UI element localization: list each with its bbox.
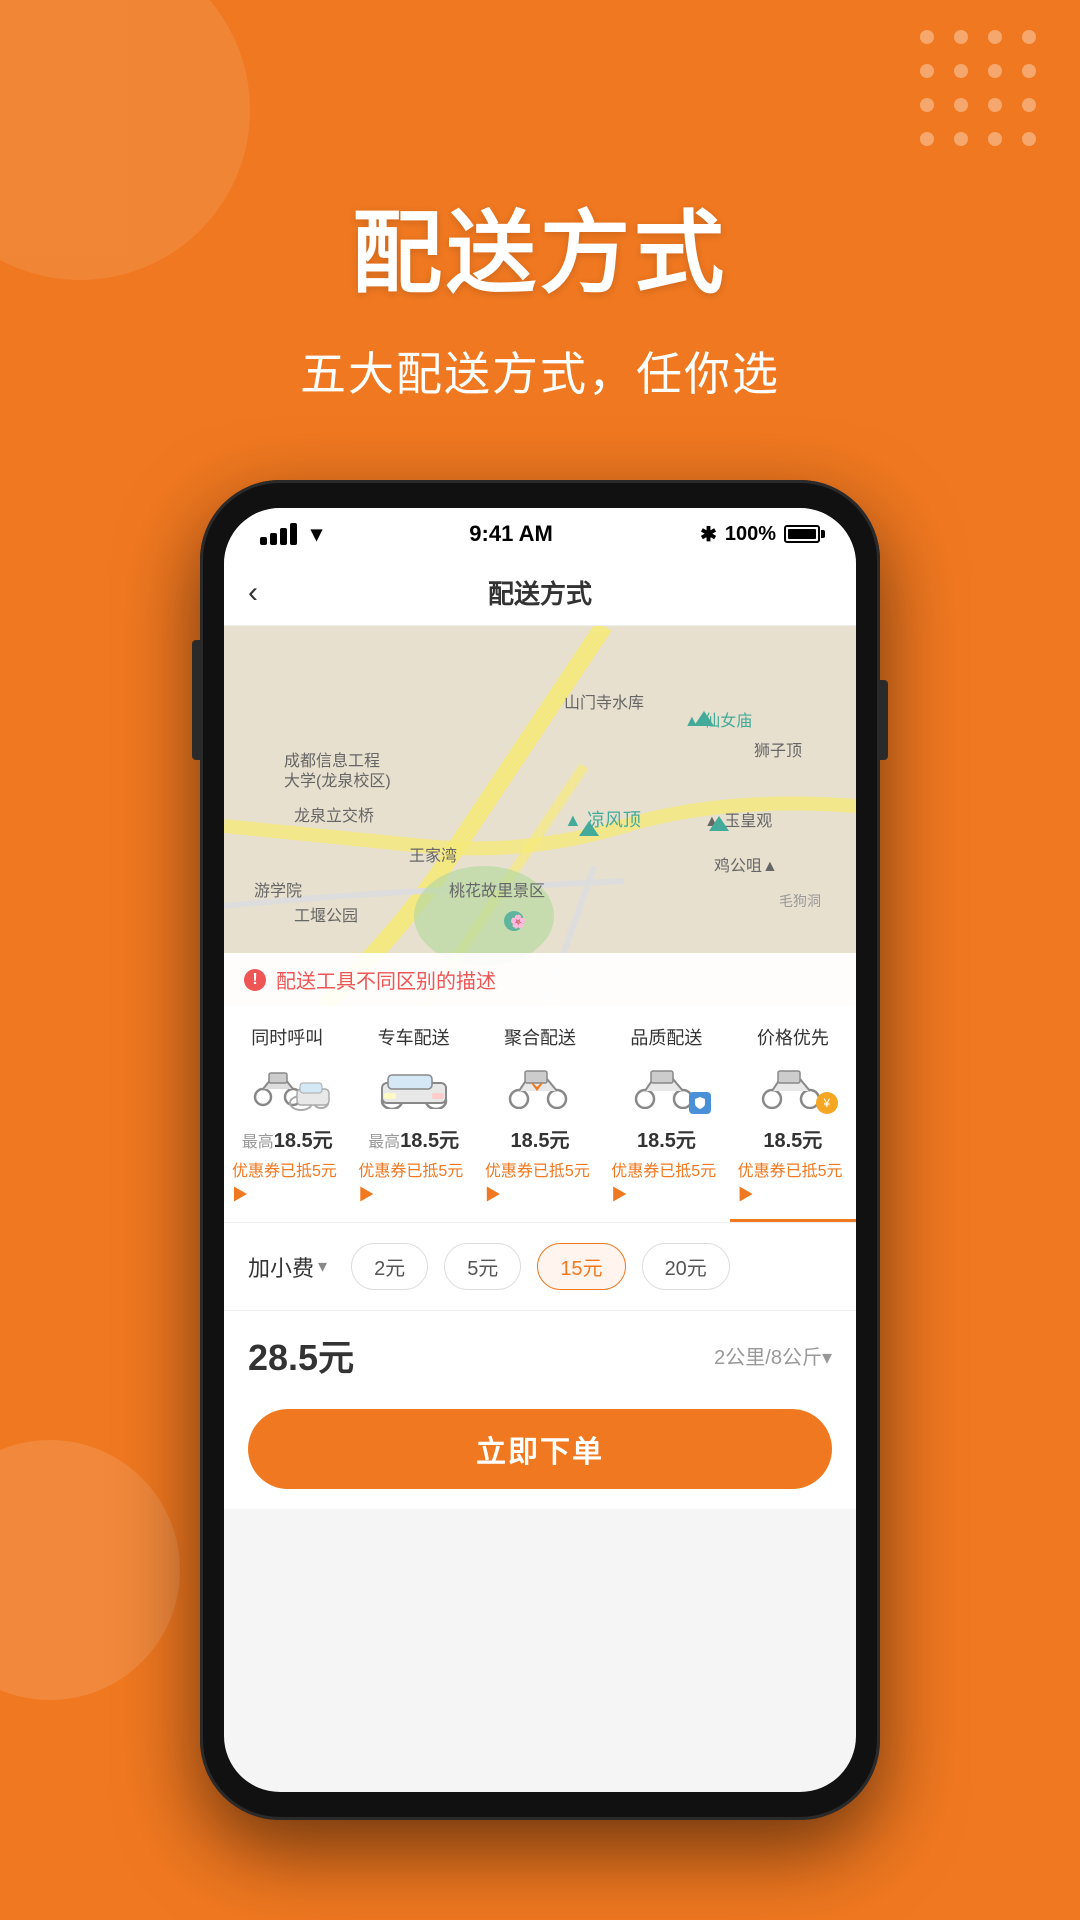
extra-fee-label: 加小费 ▾: [248, 1251, 327, 1283]
svg-text:大学(龙泉校区): 大学(龙泉校区): [284, 772, 391, 790]
status-left: ▾: [260, 521, 322, 547]
bluetooth-icon: ✱: [700, 522, 717, 547]
warning-icon: !: [244, 969, 266, 991]
signal-bars: [260, 523, 297, 545]
warning-text: 配送工具不同区别的描述: [276, 965, 496, 994]
app-header-title: 配送方式: [488, 574, 592, 611]
svg-text:▲ 仙女庙: ▲ 仙女庙: [684, 711, 752, 730]
phone-mockup: ▾ 9:41 AM ✱ 100% ‹ 配送方式: [200, 480, 880, 1820]
extra-fee-btn-2[interactable]: 2元: [351, 1243, 428, 1290]
option-coupon-car: 优惠券已抵5元▶: [358, 1157, 468, 1205]
status-right: ✱ 100%: [700, 522, 820, 547]
svg-text:成都信息工程: 成都信息工程: [284, 752, 380, 770]
hero-section: 配送方式 五大配送方式，任你选: [0, 180, 1080, 404]
order-button[interactable]: 立即下单: [248, 1409, 832, 1489]
option-name-simultaneous: 同时呼叫: [251, 1024, 323, 1050]
extra-fee-dropdown-icon: ▾: [318, 1256, 327, 1277]
app-header: ‹ 配送方式: [224, 560, 856, 626]
battery-percent: 100%: [725, 523, 776, 546]
extra-fee-row: 加小费 ▾ 2元 5元 15元 20元: [224, 1223, 856, 1311]
wifi-icon: ▾: [311, 521, 322, 547]
delivery-option-aggregate[interactable]: 聚合配送 18.5元 优惠券已抵5元▶: [477, 1006, 603, 1222]
battery-icon: [784, 525, 820, 543]
svg-text:工堰公园: 工堰公园: [294, 907, 358, 925]
svg-text:狮子顶: 狮子顶: [754, 742, 802, 760]
option-coupon-quality: 优惠券已抵5元▶: [611, 1157, 721, 1205]
extra-fee-btn-20[interactable]: 20元: [642, 1243, 730, 1290]
phone-screen: ▾ 9:41 AM ✱ 100% ‹ 配送方式: [224, 508, 856, 1792]
dots-decoration: [920, 30, 1040, 150]
delivery-options-row: 同时呼叫: [224, 1006, 856, 1223]
svg-text:桃花故里景区: 桃花故里景区: [449, 882, 545, 900]
option-price-price-first: 18.5元: [763, 1124, 822, 1153]
option-icon-car: [369, 1060, 459, 1114]
option-name-price-first: 价格优先: [757, 1024, 829, 1050]
map-warning-bar: ! 配送工具不同区别的描述: [224, 953, 856, 1006]
option-price-quality: 18.5元: [637, 1124, 696, 1153]
option-price-car: 最高18.5元: [368, 1124, 459, 1153]
hero-title: 配送方式: [0, 180, 1080, 310]
option-coupon-aggregate: 优惠券已抵5元▶: [485, 1157, 595, 1205]
gold-badge: ¥: [816, 1092, 838, 1114]
battery-fill: [788, 529, 816, 539]
delivery-option-car[interactable]: 专车配送 最高18.5元: [350, 1006, 476, 1222]
total-price: 28.5元: [248, 1329, 354, 1381]
svg-text:王家湾: 王家湾: [409, 847, 457, 865]
deco-circle-bottom-left: [0, 1440, 180, 1700]
delivery-option-quality[interactable]: 品质配送 18.5元: [603, 1006, 729, 1222]
phone-shell: ▾ 9:41 AM ✱ 100% ‹ 配送方式: [200, 480, 880, 1820]
svg-text:山门寺水库: 山门寺水库: [564, 694, 644, 712]
option-price-aggregate: 18.5元: [511, 1124, 570, 1153]
status-bar: ▾ 9:41 AM ✱ 100%: [224, 508, 856, 560]
delivery-option-simultaneous[interactable]: 同时呼叫: [224, 1006, 350, 1222]
svg-text:鸡公咀▲: 鸡公咀▲: [714, 857, 778, 875]
svg-text:龙泉立交桥: 龙泉立交桥: [294, 807, 374, 825]
total-row: 28.5元 2公里/8公斤▾: [224, 1311, 856, 1399]
delivery-option-price-first[interactable]: 价格优先 ¥ 18.5元 优惠券已抵5元▶: [730, 1006, 856, 1222]
map-area: 成都信息工程 大学(龙泉校区) 龙泉立交桥 山门寺水库 ▲ 仙女庙 狮子顶 游学…: [224, 626, 856, 1006]
svg-text:毛狗洞: 毛狗洞: [779, 893, 821, 909]
extra-fee-btn-5[interactable]: 5元: [444, 1243, 521, 1290]
option-name-car: 专车配送: [378, 1024, 450, 1050]
option-name-quality: 品质配送: [630, 1024, 702, 1050]
option-icon-price-first: ¥: [748, 1060, 838, 1114]
option-icon-simultaneous: [242, 1060, 332, 1114]
option-price-simultaneous: 最高18.5元: [242, 1124, 333, 1153]
svg-text:🌸: 🌸: [510, 914, 526, 929]
svg-text:▲ 凉风顶: ▲ 凉风顶: [564, 810, 641, 830]
total-note: 2公里/8公斤▾: [714, 1341, 832, 1370]
option-coupon-simultaneous: 优惠券已抵5元▶: [232, 1157, 342, 1205]
option-coupon-price-first: 优惠券已抵5元▶: [738, 1157, 848, 1205]
delivery-panel: 同时呼叫: [224, 1006, 856, 1509]
shield-badge: [689, 1092, 711, 1114]
status-time: 9:41 AM: [469, 521, 553, 547]
option-icon-aggregate: [495, 1060, 585, 1114]
extra-fee-btn-15[interactable]: 15元: [537, 1243, 625, 1290]
back-button[interactable]: ‹: [248, 576, 258, 610]
option-icon-quality: [621, 1060, 711, 1114]
hero-subtitle: 五大配送方式，任你选: [0, 338, 1080, 404]
svg-text:游学院: 游学院: [254, 882, 302, 900]
option-name-aggregate: 聚合配送: [504, 1024, 576, 1050]
